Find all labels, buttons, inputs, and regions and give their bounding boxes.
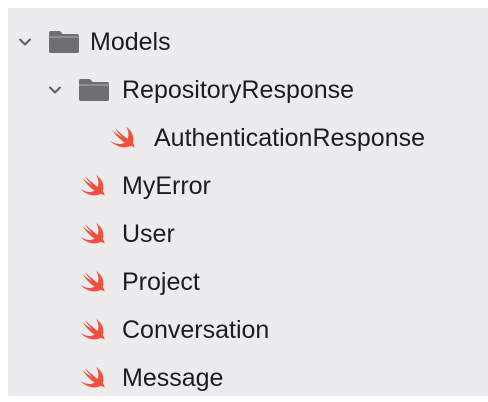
swift-file-icon (76, 266, 108, 298)
swift-file-icon (76, 170, 108, 202)
swift-file-icon (76, 362, 108, 394)
tree-item-label: User (122, 220, 175, 248)
tree-row-user[interactable]: User (8, 210, 488, 258)
tree-item-label: Conversation (122, 316, 270, 344)
swift-file-icon (76, 314, 108, 346)
tree-item-label: Message (122, 364, 224, 392)
tree-row-authenticationresponse[interactable]: AuthenticationResponse (8, 114, 488, 162)
project-navigator: Models RepositoryResponse Authentication… (8, 8, 488, 396)
tree-item-label: Project (122, 268, 200, 296)
tree-item-label: MyError (122, 172, 211, 200)
tree-row-myerror[interactable]: MyError (8, 162, 488, 210)
swift-file-icon (76, 218, 108, 250)
tree-item-label: AuthenticationResponse (154, 124, 426, 152)
tree-row-conversation[interactable]: Conversation (8, 306, 488, 354)
tree-item-label: RepositoryResponse (122, 76, 355, 104)
swift-file-icon (106, 122, 138, 154)
folder-icon (78, 77, 110, 103)
tree-row-message[interactable]: Message (8, 354, 488, 402)
tree-row-project[interactable]: Project (8, 258, 488, 306)
chevron-down-icon[interactable] (48, 83, 62, 97)
tree-item-label: Models (90, 28, 171, 56)
tree-row-models[interactable]: Models (8, 18, 488, 66)
chevron-down-icon[interactable] (18, 35, 32, 49)
folder-icon (48, 29, 80, 55)
tree-row-repositoryresponse[interactable]: RepositoryResponse (8, 66, 488, 114)
